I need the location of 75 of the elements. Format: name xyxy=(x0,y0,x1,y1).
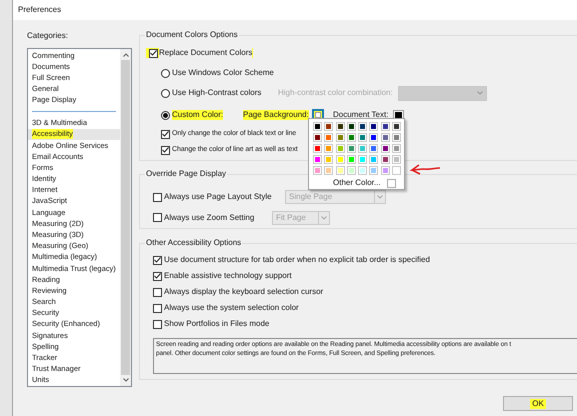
document-text-label: Document Text: xyxy=(333,110,390,120)
checkbox[interactable] xyxy=(161,130,170,138)
color-swatch[interactable] xyxy=(313,155,322,164)
option-checkbox[interactable]: Always display the keyboard selection cursor xyxy=(153,287,324,297)
scrollbar[interactable] xyxy=(120,49,131,386)
color-swatch[interactable] xyxy=(346,166,356,176)
color-swatch[interactable] xyxy=(336,133,345,142)
radio-button[interactable] xyxy=(161,110,170,120)
color-swatch[interactable] xyxy=(346,133,356,142)
color-swatch[interactable] xyxy=(336,166,345,176)
color-swatch[interactable] xyxy=(346,155,356,164)
color-swatch[interactable] xyxy=(392,133,402,142)
page-background-label: Page Background: xyxy=(243,110,309,120)
color-swatch[interactable] xyxy=(392,155,402,164)
radio-button[interactable] xyxy=(161,88,170,98)
checkbox[interactable] xyxy=(153,256,162,264)
other-color-swatch[interactable] xyxy=(387,178,396,188)
color-swatch[interactable] xyxy=(346,144,356,154)
combo-label: High-contrast color combination: xyxy=(278,88,394,98)
color-swatch[interactable] xyxy=(369,122,378,131)
color-swatch[interactable] xyxy=(324,122,334,131)
radio-button[interactable] xyxy=(161,68,170,78)
color-swatch[interactable] xyxy=(369,155,378,164)
color-swatch[interactable] xyxy=(358,133,368,142)
color-swatch[interactable] xyxy=(336,155,345,164)
radio-option[interactable]: Use Windows Color Scheme xyxy=(161,68,274,78)
option-checkbox[interactable]: Always use the system selection color xyxy=(153,303,299,313)
color-swatch[interactable] xyxy=(358,166,368,176)
color-swatch[interactable] xyxy=(392,144,402,154)
window-title: Preferences xyxy=(18,4,62,16)
color-swatch[interactable] xyxy=(380,155,390,164)
scroll-up-icon[interactable] xyxy=(122,53,128,57)
color-swatch[interactable] xyxy=(336,144,345,154)
ok-button[interactable]: OK xyxy=(503,396,573,411)
annotation-arrow xyxy=(410,163,441,176)
categories-label: Categories: xyxy=(27,31,68,41)
color-swatch[interactable] xyxy=(313,144,322,154)
scrollbar-thumb[interactable] xyxy=(121,60,130,375)
color-swatch[interactable] xyxy=(336,122,345,131)
checkbox[interactable] xyxy=(153,320,162,328)
color-swatch[interactable] xyxy=(324,155,334,164)
color-swatch[interactable] xyxy=(346,122,356,131)
color-swatch[interactable] xyxy=(392,166,402,176)
color-swatch[interactable] xyxy=(369,144,378,154)
checkbox[interactable] xyxy=(153,288,162,296)
color-swatch[interactable] xyxy=(358,144,368,154)
color-swatch[interactable] xyxy=(358,155,368,164)
checkbox[interactable] xyxy=(153,304,162,312)
scroll-down-icon[interactable] xyxy=(122,378,128,382)
color-swatch[interactable] xyxy=(392,122,402,131)
color-swatch[interactable] xyxy=(380,144,390,154)
checkbox[interactable] xyxy=(153,272,162,280)
option-checkbox[interactable]: Show Portfolios in Files mode xyxy=(153,319,270,329)
color-swatch[interactable] xyxy=(369,166,378,176)
color-swatch[interactable] xyxy=(380,122,390,131)
section-title: Document Colors Options xyxy=(145,30,239,40)
checkbox[interactable] xyxy=(149,48,158,58)
color-swatch[interactable] xyxy=(358,122,368,131)
checkbox[interactable] xyxy=(161,146,170,154)
color-swatch[interactable] xyxy=(369,133,378,142)
section-title: Override Page Display xyxy=(145,169,228,179)
color-swatch[interactable] xyxy=(313,166,322,176)
section-title: Other Accessibility Options xyxy=(145,238,242,248)
other-color-link[interactable]: Other Color... xyxy=(333,178,387,188)
color-swatch[interactable] xyxy=(380,133,390,142)
option-checkbox[interactable]: Use document structure for tab order when no explicit tab order is specified xyxy=(153,255,430,265)
color-swatch[interactable] xyxy=(313,122,322,131)
color-swatch[interactable] xyxy=(324,166,334,176)
color-swatch[interactable] xyxy=(324,144,334,154)
color-swatch[interactable] xyxy=(380,166,390,176)
radio-option[interactable]: Use High-Contrast colors xyxy=(161,88,278,98)
color-swatch[interactable] xyxy=(313,133,322,142)
option-checkbox[interactable]: Enable assistive technology support xyxy=(153,271,292,281)
color-swatch[interactable] xyxy=(324,133,334,142)
replace-colors-checkbox[interactable]: Replace Document Colors xyxy=(146,48,254,58)
